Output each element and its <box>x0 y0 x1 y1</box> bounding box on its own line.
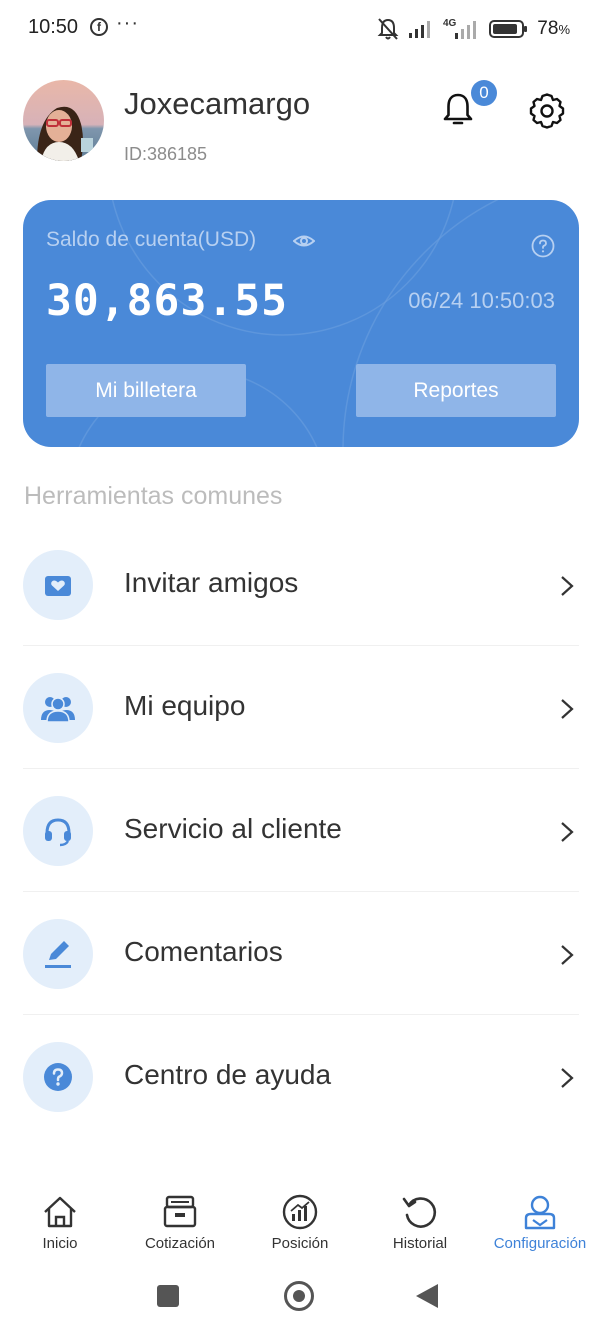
network-label: 4G <box>443 18 457 29</box>
headset-icon <box>23 796 93 866</box>
chevron-right-icon <box>561 1068 574 1088</box>
signal-icon <box>409 21 431 38</box>
heart-mail-icon <box>23 550 93 620</box>
4g-signal-icon: 4G <box>443 18 477 39</box>
menu-item-help-center[interactable]: Centro de ayuda <box>23 1015 579 1138</box>
reports-button[interactable]: Reportes <box>356 364 556 417</box>
more-dots-icon: ··· <box>116 12 139 34</box>
position-chart-icon <box>282 1194 318 1230</box>
balance-card: Saldo de cuenta(USD) 30,863.55 06/24 10:… <box>23 200 579 447</box>
system-nav-bar <box>0 1270 600 1333</box>
chevron-right-icon <box>561 576 574 596</box>
nav-label: Cotización <box>144 1235 216 1252</box>
menu-item-my-team[interactable]: Mi equipo <box>23 646 579 769</box>
chevron-right-icon <box>561 822 574 842</box>
wallet-button[interactable]: Mi billetera <box>46 364 246 417</box>
tools-list: Invitar amigos Mi equipo Servicio al cli… <box>23 523 579 1138</box>
avatar[interactable] <box>23 80 104 161</box>
balance-timestamp: 06/24 10:50:03 <box>408 288 555 313</box>
help-circle-icon[interactable] <box>531 234 555 258</box>
nav-posicion[interactable]: Posición <box>240 1185 360 1252</box>
nav-historial[interactable]: Historial <box>360 1185 480 1252</box>
history-icon <box>402 1197 437 1228</box>
home-icon <box>44 1196 76 1228</box>
notification-badge: 0 <box>471 80 497 106</box>
menu-label: Comentarios <box>124 936 283 967</box>
status-icons: 4G 78% <box>377 14 570 44</box>
chevron-right-icon <box>561 945 574 965</box>
status-time: 10:50 <box>28 16 79 38</box>
eye-icon[interactable] <box>293 230 315 252</box>
bottom-nav: Inicio Cotización Posición Historial Con… <box>0 1185 600 1260</box>
home-button[interactable] <box>284 1281 314 1311</box>
nav-configuracion[interactable]: Configuración <box>480 1185 600 1252</box>
pen-icon <box>23 919 93 989</box>
quote-icon <box>163 1195 197 1228</box>
nav-label: Posición <box>271 1235 329 1252</box>
menu-label: Mi equipo <box>124 690 246 721</box>
menu-label: Centro de ayuda <box>124 1059 332 1090</box>
profile-settings-icon <box>524 1195 556 1230</box>
battery-percent: 78% <box>537 18 570 39</box>
menu-label: Servicio al cliente <box>124 813 342 844</box>
nav-label: Inicio <box>42 1235 78 1252</box>
nav-inicio[interactable]: Inicio <box>0 1185 120 1252</box>
balance-label: Saldo de cuenta(USD) <box>46 228 257 251</box>
nav-cotizacion[interactable]: Cotización <box>120 1185 240 1252</box>
username: Joxecamargo <box>124 86 311 121</box>
question-icon <box>23 1042 93 1112</box>
team-icon <box>23 673 93 743</box>
menu-item-customer-service[interactable]: Servicio al cliente <box>23 769 579 892</box>
nav-label: Configuración <box>493 1235 587 1252</box>
back-button[interactable] <box>416 1284 438 1308</box>
menu-item-comments[interactable]: Comentarios <box>23 892 579 1015</box>
menu-label: Invitar amigos <box>124 567 299 598</box>
recent-apps-button[interactable] <box>157 1285 179 1307</box>
balance-amount: 30,863.55 <box>46 276 288 326</box>
gear-icon[interactable] <box>528 92 566 130</box>
chevron-right-icon <box>561 699 574 719</box>
bell-muted-icon <box>377 18 399 40</box>
status-bar: 10:50 f ··· 4G 78% <box>0 0 600 58</box>
section-title: Herramientas comunes <box>24 482 283 510</box>
facebook-notification-icon: f <box>90 18 108 36</box>
user-id: ID:386185 <box>124 144 208 164</box>
nav-label: Historial <box>392 1235 448 1252</box>
battery-icon <box>489 20 528 38</box>
menu-item-invite-friends[interactable]: Invitar amigos <box>23 523 579 646</box>
